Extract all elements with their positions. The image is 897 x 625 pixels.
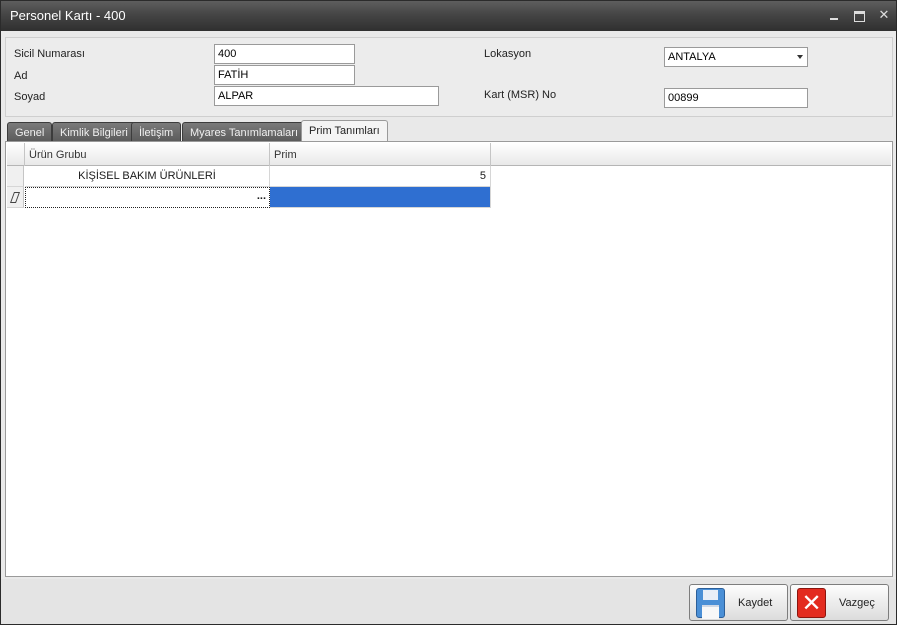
row-indicator-header <box>7 143 25 166</box>
title-bar[interactable]: Personel Kartı - 400 ✕ <box>1 1 896 31</box>
close-icon[interactable]: ✕ <box>877 8 891 22</box>
ad-label: Ad <box>14 70 28 82</box>
vazgec-label: Vazgeç <box>839 597 875 609</box>
sicil-field[interactable]: 400 <box>214 44 355 64</box>
ellipsis-button[interactable]: ... <box>257 190 266 202</box>
kaydet-button[interactable]: Kaydet <box>689 584 788 621</box>
tab-genel[interactable]: Genel <box>7 122 53 142</box>
cell-prim[interactable]: 5 <box>270 166 491 187</box>
chevron-down-icon[interactable] <box>797 55 803 59</box>
new-row-prim-cell[interactable] <box>270 187 491 208</box>
kaydet-label: Kaydet <box>738 597 773 609</box>
new-row-urun-grubu-editor[interactable]: ... <box>25 187 270 208</box>
soyad-field[interactable]: ALPAR <box>214 86 439 106</box>
cell-urun-grubu[interactable]: KİŞİSEL BAKIM ÜRÜNLERİ <box>25 166 270 187</box>
cancel-x-icon: ✕ <box>797 588 826 618</box>
lokasyon-dropdown[interactable]: ANTALYA <box>664 47 808 67</box>
ad-field[interactable]: FATİH <box>214 65 355 85</box>
sicil-label: Sicil Numarası <box>14 48 85 60</box>
kart-label: Kart (MSR) No <box>484 89 557 101</box>
maximize-icon[interactable] <box>852 8 866 22</box>
soyad-label: Soyad <box>14 91 46 103</box>
minimize-icon[interactable] <box>827 8 841 22</box>
tab-kimlik-bilgileri[interactable]: Kimlik Bilgileri <box>52 122 136 142</box>
table-row[interactable]: KİŞİSEL BAKIM ÜRÜNLERİ 5 <box>7 166 491 187</box>
window-title: Personel Kartı - 400 <box>10 8 126 23</box>
tab-myares-tanimlamalari[interactable]: Myares Tanımlamaları <box>182 122 306 142</box>
footer-bar: Kaydet ✕ Vazgeç <box>1 579 896 624</box>
row-indicator-editing <box>7 187 24 208</box>
kart-field[interactable]: 00899 <box>664 88 808 108</box>
column-header-urun-grubu[interactable]: Ürün Grubu <box>25 143 270 166</box>
row-indicator <box>7 166 24 187</box>
personel-karti-window: Personel Kartı - 400 ✕ Sicil Numarası 40… <box>0 0 897 625</box>
save-floppy-icon <box>696 588 725 619</box>
lokasyon-label: Lokasyon <box>484 48 532 60</box>
prim-tanimlari-panel: Ürün Grubu Prim KİŞİSEL BAKIM ÜRÜNLERİ 5… <box>5 141 893 577</box>
pencil-icon <box>9 192 21 203</box>
tab-iletisim[interactable]: İletişim <box>131 122 182 142</box>
lokasyon-value: ANTALYA <box>668 51 716 63</box>
new-row[interactable]: ... <box>7 187 491 208</box>
grid-header: Ürün Grubu Prim <box>7 143 891 166</box>
vazgec-button[interactable]: ✕ Vazgeç <box>790 584 889 621</box>
column-header-prim[interactable]: Prim <box>270 143 491 166</box>
tab-prim-tanimlari[interactable]: Prim Tanımları <box>301 120 388 142</box>
personel-header-panel: Sicil Numarası 400 Ad FATİH Soyad ALPAR … <box>5 37 893 117</box>
